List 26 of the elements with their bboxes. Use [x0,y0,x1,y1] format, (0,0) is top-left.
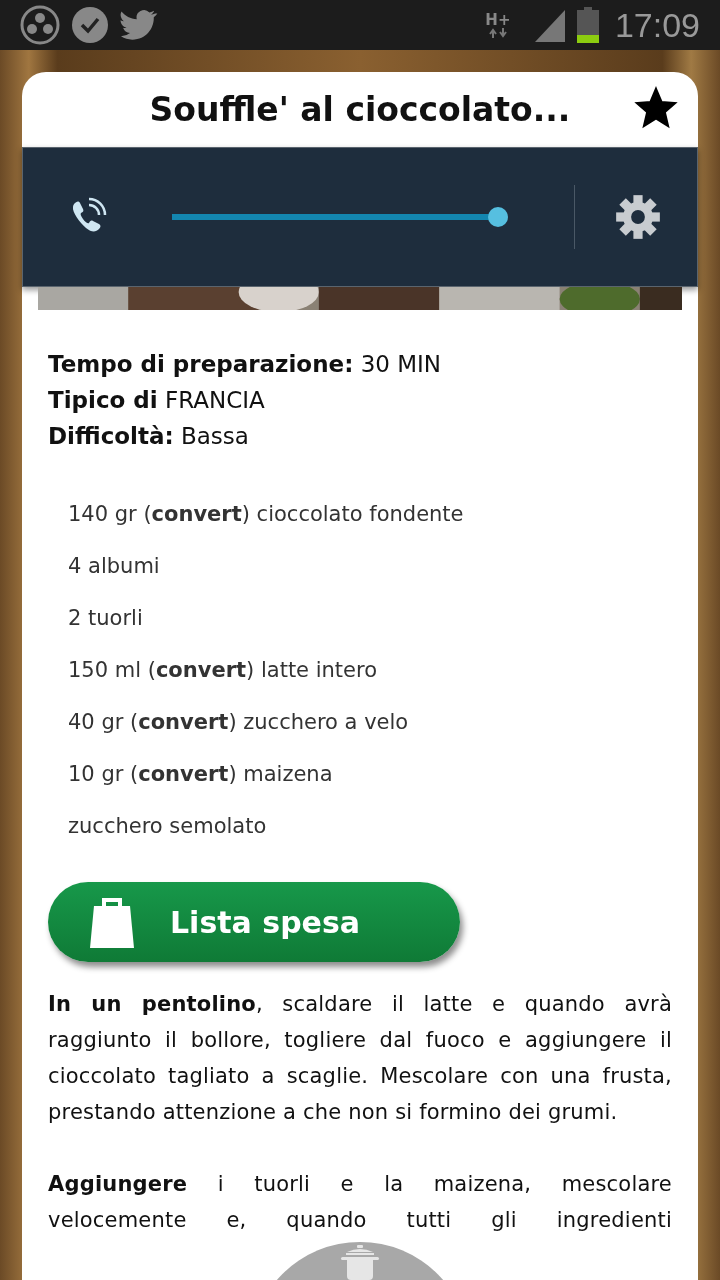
info-line: Difficoltà: Bassa [48,422,250,451]
shopping-list-button[interactable]: Lista spesa [48,882,460,962]
instruction-paragraph: Aggiungere i tuorli e la maizena, mescolare velocemente e, quando tutti gli ingredienti [48,1171,672,1234]
star-icon[interactable] [634,86,678,130]
ingredient: zucchero semolato [68,813,268,840]
info-line: Tempo di preparazione: 30 MIN [48,350,443,379]
ingredient: 2 tuorli [68,605,144,632]
battery-icon [576,7,599,43]
bag-icon [90,896,134,948]
ingredient: 10 gr (convert) maizena [68,761,334,788]
ingredient: 4 albumi [68,553,161,580]
community-icon [20,5,60,45]
signal-icon [532,8,567,42]
pot-icon [340,1245,380,1280]
settings-icon[interactable] [615,194,661,240]
ingredient: 150 ml (convert) latte intero [68,657,379,684]
data-arrows-icon [487,28,508,38]
instruction-paragraph: In un pentolino, scaldare il latte e quando avrà raggiunto il bollore, togliere dal fuoco e aggiungere il cioccolato tagliato a scaglie. Mescolare con una frusta, prestando attenzione a che non si formino dei grumi. [48,991,672,1126]
check-bubble-icon [70,5,110,45]
clock: 17:09 [614,5,700,45]
network-type: H+ [485,12,511,28]
info-line: Tipico di FRANCIA [48,386,266,415]
ingredient: 140 gr (convert) cioccolato fondente [68,501,465,528]
recipe-title: Souffle' al cioccolato... [149,90,571,129]
slider-thumb[interactable] [488,207,508,227]
ingredient: 40 gr (convert) zucchero a velo [68,709,410,736]
